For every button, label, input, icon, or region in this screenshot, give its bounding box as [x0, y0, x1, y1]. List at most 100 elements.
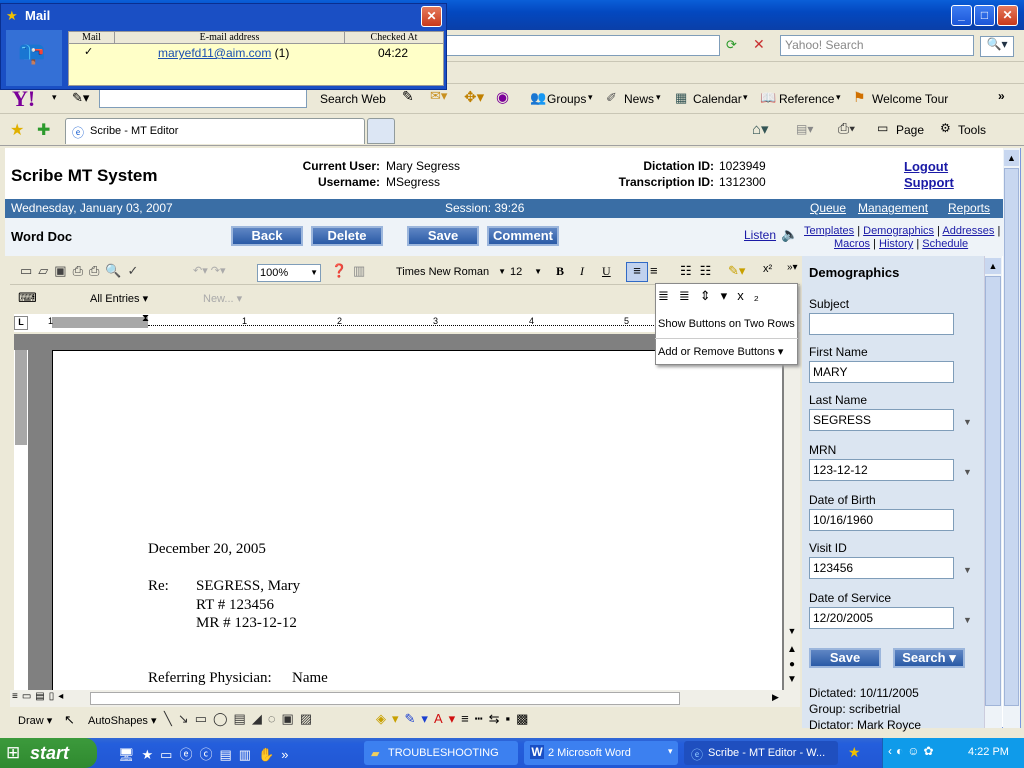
last-name-dropdown-icon[interactable]: ▼ [963, 417, 972, 427]
minimize-button[interactable]: _ [951, 5, 972, 26]
macros-link[interactable]: Macros [834, 238, 870, 250]
font-size-select[interactable]: 12 ▼ [508, 264, 542, 282]
superscript-icon[interactable]: x² [763, 263, 772, 275]
visit-id-input[interactable]: 123456 [809, 557, 954, 579]
undo-icon[interactable]: ↶▾ ↷▾ [193, 264, 226, 277]
view-buttons[interactable]: ≡▭▤▯◂ [12, 691, 67, 702]
listen-link[interactable]: Listen [744, 228, 776, 242]
bold-button[interactable]: B [556, 264, 564, 279]
dob-input[interactable]: 10/16/1960 [809, 509, 954, 531]
aim-tray-icon[interactable]: ★ [848, 744, 861, 761]
tab-selector[interactable]: L [14, 316, 28, 330]
demographics-link[interactable]: Demographics [863, 225, 934, 237]
popup-toolbar-icons[interactable]: ≣≣⇕▾x₂ [658, 288, 769, 304]
subject-input[interactable] [809, 313, 954, 335]
compass-icon[interactable]: ✥▾ [464, 88, 484, 106]
scroll-down-icon[interactable]: ▼ [784, 626, 800, 636]
support-link[interactable]: Support [904, 175, 954, 190]
autoshapes-menu[interactable]: AutoShapes ▾ [88, 714, 157, 727]
quick-launch-icons[interactable]: 🖥★▭ⓔⓒ▤▥✋» [118, 744, 295, 763]
back-button[interactable]: Back [231, 226, 303, 246]
page-scroll-up-icon[interactable]: ▲ [1004, 150, 1019, 166]
toolbar-options-icon[interactable]: »▾ [787, 262, 798, 273]
templates-link[interactable]: Templates [804, 225, 854, 237]
new-tab-button[interactable] [367, 118, 395, 144]
browse-object-icon[interactable]: ● [784, 659, 800, 670]
standard-toolbar-icons[interactable]: ▭▱▣⎙⎙🔍✓ [20, 263, 144, 279]
print-icon[interactable]: ⎙▾ [838, 120, 855, 137]
scroll-right-icon[interactable]: ▶ [772, 692, 779, 703]
address-input[interactable] [445, 35, 720, 56]
messenger-icon[interactable]: ◉ [496, 88, 509, 106]
yahoo-search-input[interactable]: Yahoo! Search [780, 35, 974, 56]
add-favorite-icon[interactable]: ✚ [37, 120, 50, 140]
mail-row[interactable]: maryefd11@aim.com (1) [158, 46, 289, 60]
mail-icon[interactable]: ✉▾ [430, 88, 447, 104]
logout-link[interactable]: Logout [904, 159, 948, 174]
align-center-button[interactable]: ≡ [650, 263, 658, 278]
select-arrow-icon[interactable]: ↖ [64, 712, 75, 728]
font-select[interactable]: Times New Roman ▼ [394, 264, 506, 282]
feeds-icon[interactable]: ▤▾ [796, 122, 813, 136]
show-two-rows-option[interactable]: Show Buttons on Two Rows [658, 318, 795, 330]
drawing-tools-icons[interactable]: ╲↘▭◯▤◢◌▣▨ [164, 711, 318, 727]
chevron-down-icon[interactable]: ▾ [656, 92, 661, 103]
task-microsoft-word[interactable]: 2 Microsoft Word [524, 741, 678, 765]
zoom-select[interactable]: 100% ▼ [257, 264, 321, 282]
chevron-down-icon[interactable]: ▾ [52, 92, 57, 103]
align-left-button[interactable]: ≡ [626, 262, 648, 282]
yahoo-toolbar-search-input[interactable] [99, 88, 307, 108]
stop-icon[interactable]: ✕ [753, 36, 765, 53]
chevron-down-icon[interactable]: ▾ [588, 92, 593, 103]
chevron-down-icon[interactable]: ▾ [743, 92, 748, 103]
highlight-icon[interactable]: ✎ [402, 88, 414, 105]
reference-button[interactable]: Reference [779, 92, 834, 106]
demographics-save-button[interactable]: Save [809, 648, 881, 668]
close-button[interactable]: ✕ [997, 5, 1018, 26]
task-group-chevron-icon[interactable]: ▾ [668, 746, 673, 757]
comment-button[interactable]: Comment [487, 226, 559, 246]
underline-button[interactable]: U [602, 264, 611, 279]
add-remove-buttons-option[interactable]: Add or Remove Buttons ▾ [658, 345, 783, 358]
panel-scroll-thumb[interactable] [985, 276, 1001, 706]
mrn-input[interactable]: 123-12-12 [809, 459, 954, 481]
more-chevron-icon[interactable]: » [998, 89, 1005, 103]
horizontal-scroll-thumb[interactable] [90, 692, 680, 705]
dos-dropdown-icon[interactable]: ▼ [963, 615, 972, 625]
dos-input[interactable]: 12/20/2005 [809, 607, 954, 629]
schedule-link[interactable]: Schedule [922, 238, 968, 250]
reports-link[interactable]: Reports [948, 201, 990, 215]
document-vertical-scrollbar[interactable] [784, 334, 800, 690]
all-entries-button[interactable]: All Entries ▾ [90, 292, 148, 305]
welcome-tour-button[interactable]: Welcome Tour [872, 92, 948, 106]
mail-close-button[interactable]: ✕ [421, 6, 442, 27]
refresh-icon[interactable]: ⟳ [726, 37, 737, 53]
last-name-input[interactable]: SEGRESS [809, 409, 954, 431]
previous-page-icon[interactable]: ▲ [784, 644, 800, 655]
news-button[interactable]: News [624, 92, 654, 106]
help-icon[interactable]: ❓ [331, 263, 347, 279]
groups-button[interactable]: Groups [547, 92, 586, 106]
pencil-icon[interactable]: ✎▾ [72, 90, 89, 106]
calendar-button[interactable]: Calendar [693, 92, 742, 106]
reviewing-icon[interactable]: ⌨ [18, 290, 37, 306]
panel-scroll-up-icon[interactable]: ▲ [985, 258, 1001, 274]
list-buttons[interactable]: ☷☷ [680, 263, 719, 279]
management-link[interactable]: Management [858, 201, 928, 215]
tools-menu-button[interactable]: Tools [958, 123, 986, 137]
draw-menu[interactable]: Draw ▾ [18, 714, 52, 727]
next-page-icon[interactable]: ▼ [784, 674, 800, 685]
color-tools-icons[interactable]: ◈▾✎▾A▾≡┅⇆▪▩ [376, 711, 534, 727]
first-name-input[interactable]: MARY [809, 361, 954, 383]
save-button[interactable]: Save [407, 226, 479, 246]
document-page[interactable] [52, 350, 782, 690]
italic-button[interactable]: I [580, 264, 584, 279]
tray-icons[interactable]: ‹◐☺✿ [888, 744, 938, 758]
addresses-link[interactable]: Addresses [942, 225, 994, 237]
favorites-star-icon[interactable]: ★ [10, 120, 24, 140]
delete-button[interactable]: Delete [311, 226, 383, 246]
demographics-search-button[interactable]: Search ▾ [893, 648, 965, 668]
page-menu-button[interactable]: Page [896, 123, 924, 137]
queue-link[interactable]: Queue [810, 201, 846, 215]
visit-id-dropdown-icon[interactable]: ▼ [963, 565, 972, 575]
